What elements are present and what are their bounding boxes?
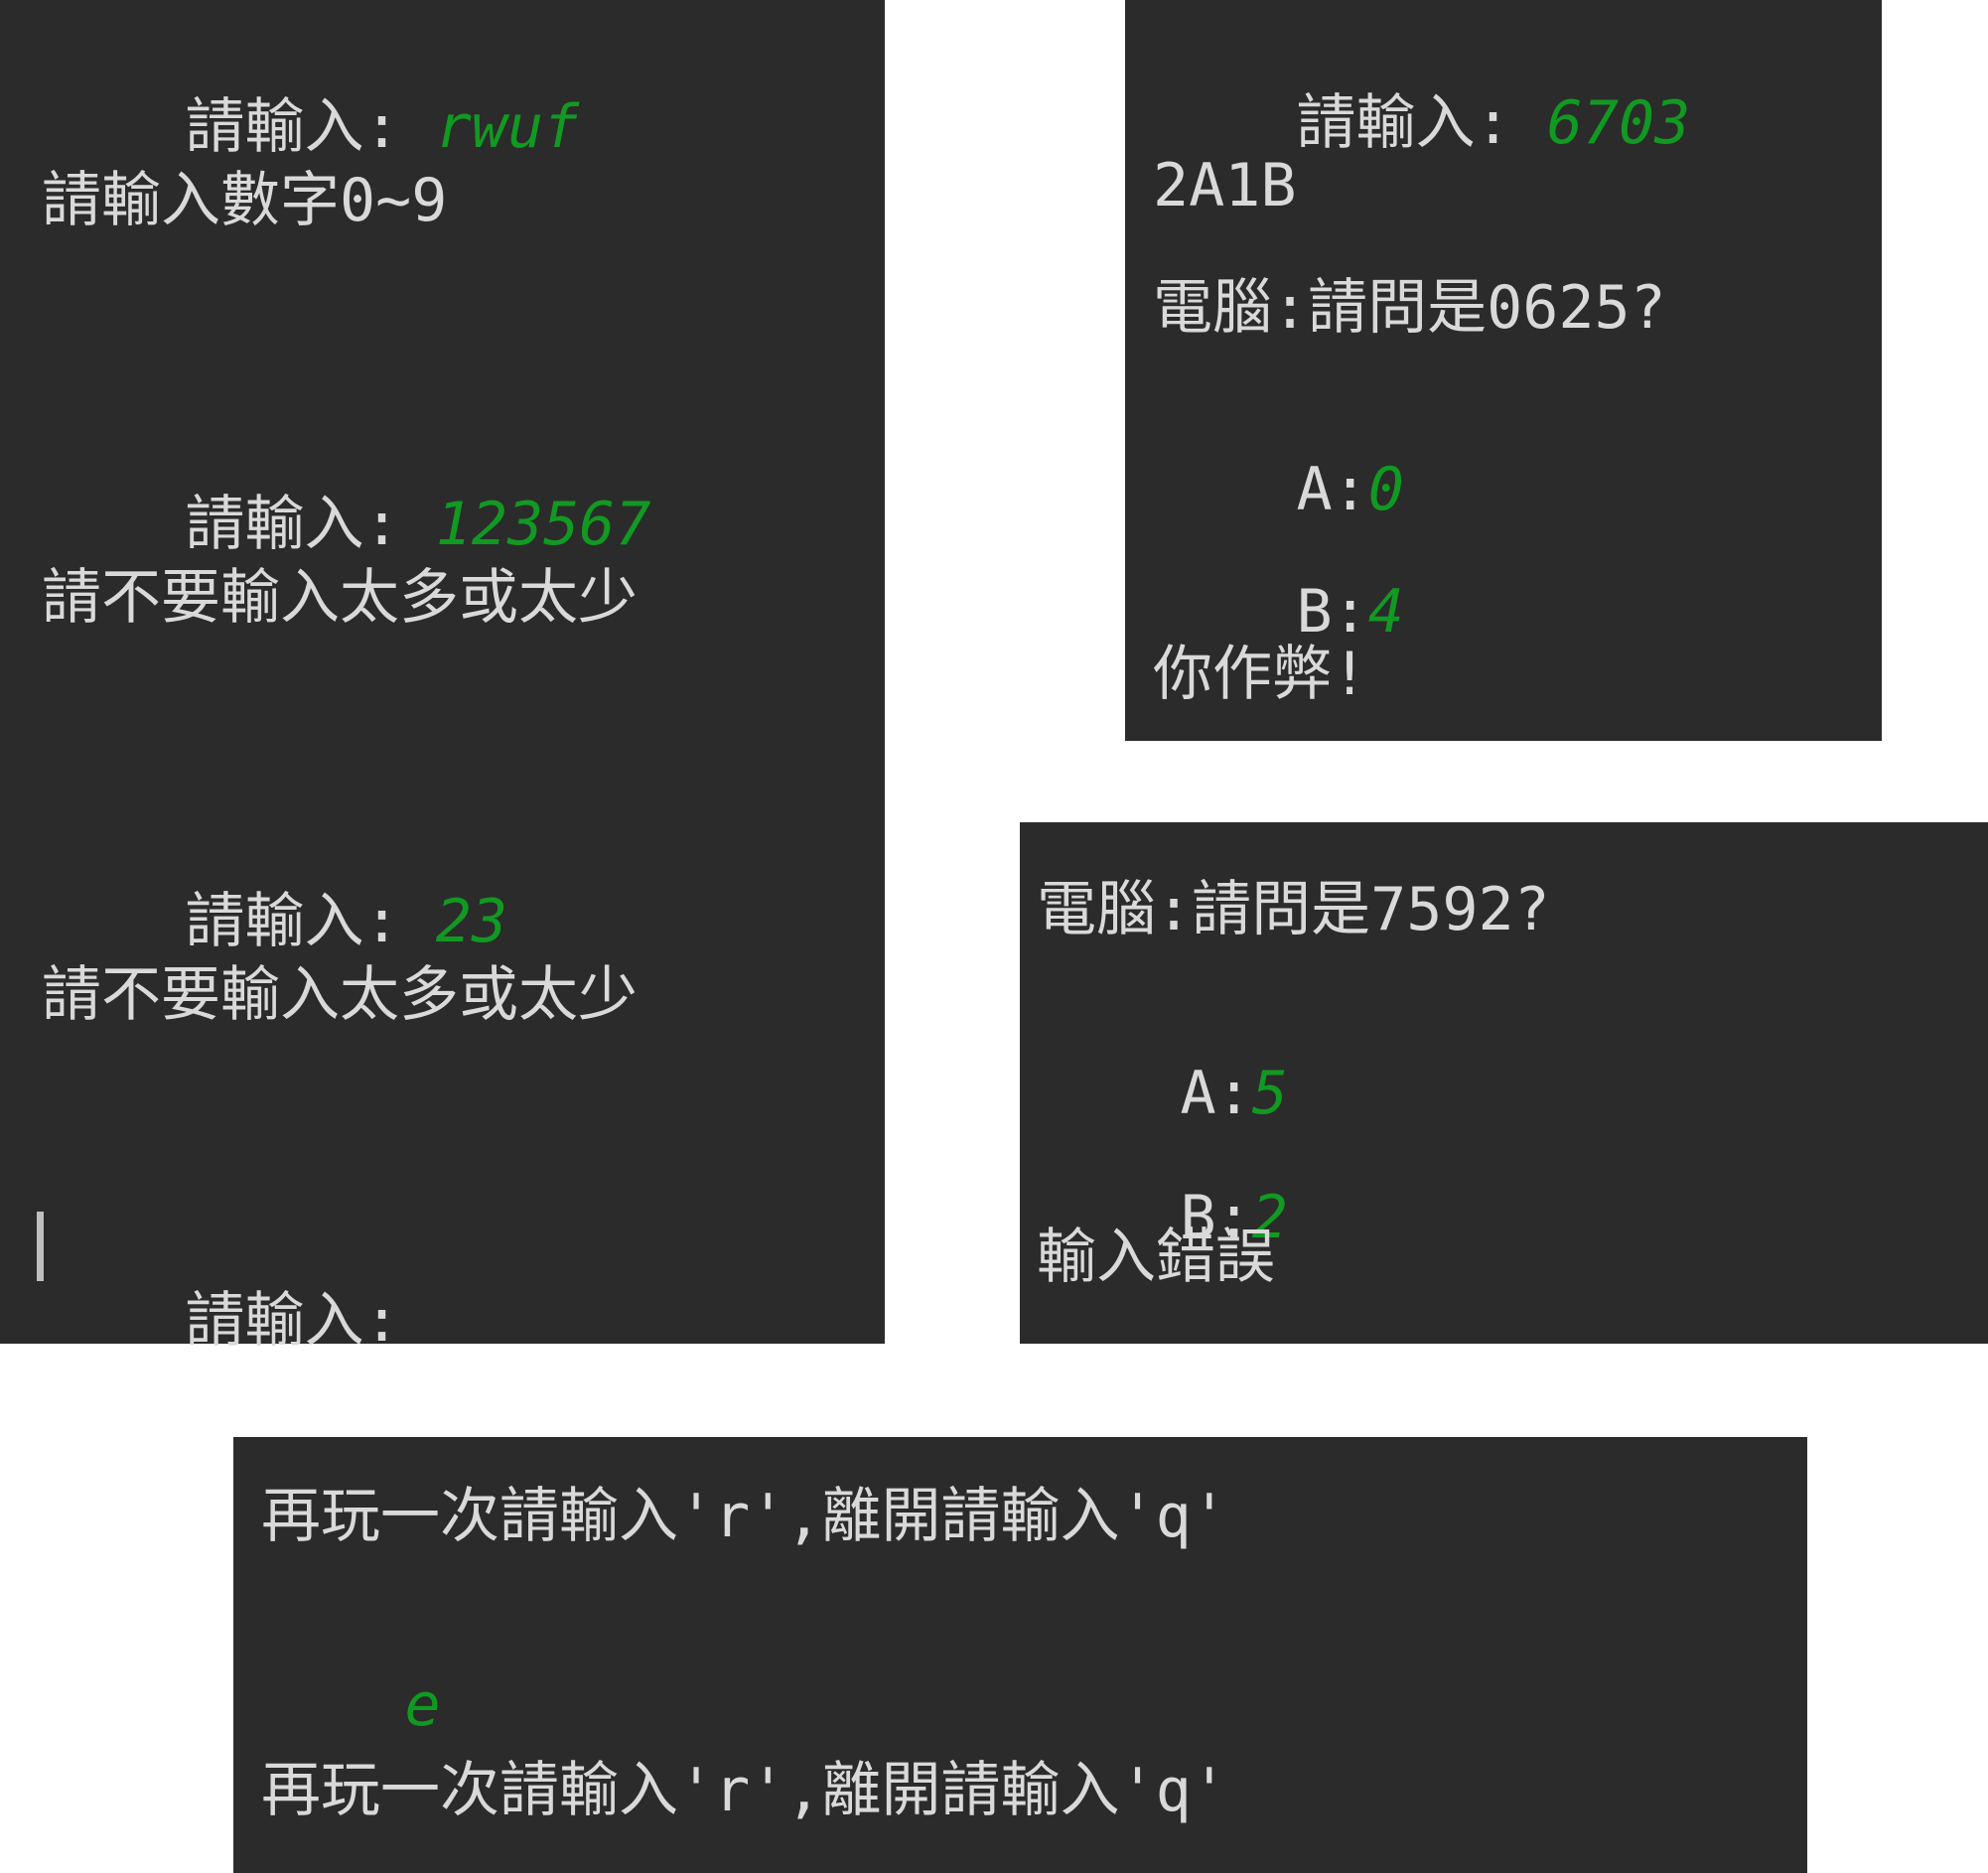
prompt-label: B: — [1296, 577, 1368, 647]
console-input-line[interactable]: 請輸入: — [42, 1231, 400, 1410]
console-message: 輸入錯誤 — [1037, 1223, 1275, 1292]
console-panel-input-validation: 請輸入: rwuf 請輸入數字0~9 請輸入: 123567 請不要輸入太多或太… — [0, 0, 885, 1351]
computer-guess-message: 電腦:請問是7592? — [1037, 875, 1550, 944]
user-input-text: rwuf — [435, 92, 580, 162]
user-input-text: 23 — [435, 887, 507, 956]
console-panel-cheat-detection: 請輸入: 6703 2A1B 電腦:請問是0625? A:0 B:4 你作弊! — [1125, 0, 1882, 741]
console-message: 2A1B — [1153, 151, 1297, 220]
prompt-label: 請輸入: — [185, 92, 436, 162]
replay-prompt-message: 再玩一次請輸入'r',離開請輸入'q' — [261, 1756, 1227, 1825]
computer-guess-message: 電腦:請問是0625? — [1153, 273, 1666, 343]
prompt-label: 請輸入: — [1296, 88, 1547, 158]
user-input-text: 4 — [1367, 577, 1404, 647]
console-message: 請不要輸入太多或太少 — [42, 563, 638, 633]
prompt-label: A: — [1296, 455, 1368, 524]
user-input-value: e — [404, 1670, 441, 1740]
user-input-text: 123567 — [435, 490, 651, 559]
user-input-text: 6703 — [1546, 88, 1691, 158]
prompt-label: 請輸入: — [185, 1286, 400, 1356]
console-message: 你作弊! — [1153, 640, 1368, 709]
user-input-text: 5 — [1251, 1059, 1288, 1128]
console-message: 請輸入數字0~9 — [42, 166, 448, 235]
user-input-text: 0 — [1367, 455, 1404, 524]
replay-prompt-message: 再玩一次請輸入'r',離開請輸入'q' — [261, 1482, 1227, 1551]
prompt-label: 請輸入: — [185, 490, 436, 559]
prompt-label: A: — [1180, 1059, 1252, 1128]
prompt-label: 請輸入: — [185, 887, 436, 956]
console-panel-input-error: 電腦:請問是7592? A:5 B:2 輸入錯誤 — [1020, 822, 1988, 1344]
console-message: 請不要輸入太多或太少 — [42, 960, 638, 1030]
console-panel-replay-prompt: 再玩一次請輸入'r',離開請輸入'q' e 再玩一次請輸入'r',離開請輸入'q… — [233, 1437, 1807, 1873]
